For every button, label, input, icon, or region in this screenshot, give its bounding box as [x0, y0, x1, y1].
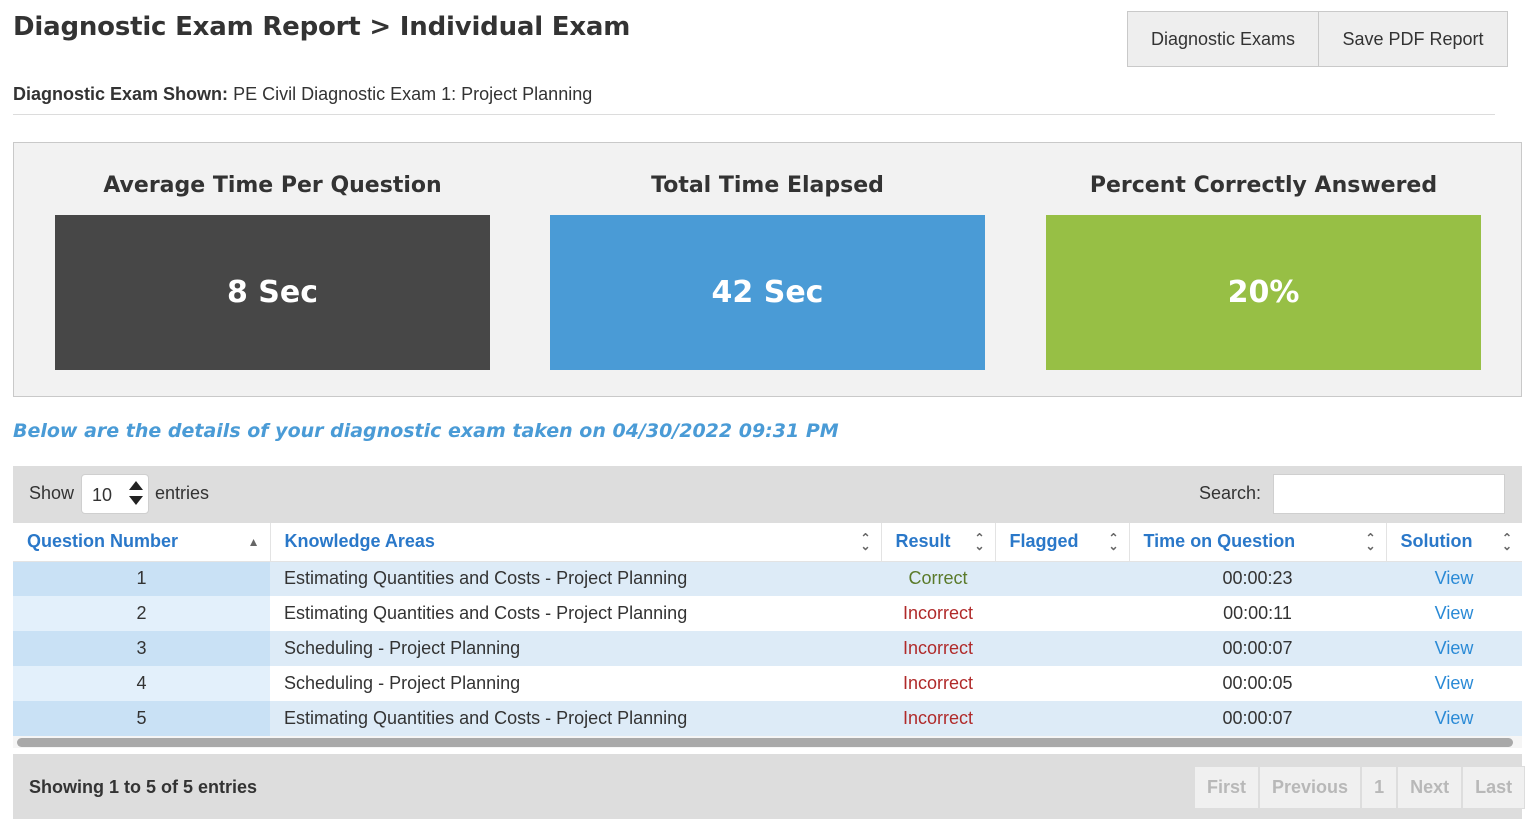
table-info: Showing 1 to 5 of 5 entries	[29, 777, 258, 797]
scrollbar-thumb[interactable]	[17, 738, 1513, 747]
column-header-knowledge-areas[interactable]: Knowledge Areas ⌃ ⌄	[270, 523, 882, 562]
pagination-last[interactable]: Last	[1462, 766, 1526, 809]
column-header-flagged[interactable]: Flagged ⌃ ⌄	[995, 523, 1130, 562]
flagged-cell	[995, 666, 1129, 701]
stat-title: Average Time Per Question	[103, 173, 442, 198]
sort-both-icon: ⌃ ⌄	[1108, 531, 1119, 553]
result-cell: Incorrect	[881, 631, 995, 666]
flagged-cell	[995, 596, 1129, 631]
exam-shown-value: PE Civil Diagnostic Exam 1: Project Plan…	[233, 84, 593, 104]
table-row: 5 Estimating Quantities and Costs - Proj…	[13, 701, 1522, 736]
question-number-cell: 4	[13, 666, 270, 701]
result-cell: Correct	[881, 561, 995, 596]
table-row: 4 Scheduling - Project Planning Incorrec…	[13, 666, 1522, 701]
page-title: Diagnostic Exam Report > Individual Exam	[13, 12, 631, 42]
view-solution-link[interactable]: View	[1435, 708, 1474, 728]
sort-both-icon: ⌃ ⌄	[860, 531, 871, 553]
horizontal-scrollbar[interactable]	[13, 736, 1522, 748]
knowledge-area-cell: Estimating Quantities and Costs - Projec…	[270, 596, 881, 631]
view-solution-link[interactable]: View	[1435, 673, 1474, 693]
results-table-wrapper: Show 10 entries Search: Question Number ▲…	[13, 466, 1526, 819]
time-cell: 00:00:07	[1129, 701, 1386, 736]
divider	[13, 114, 1495, 115]
entries-label: entries	[155, 483, 210, 503]
knowledge-area-cell: Scheduling - Project Planning	[270, 631, 881, 666]
view-solution-link[interactable]: View	[1435, 603, 1474, 623]
page-length-select[interactable]: 10	[81, 474, 149, 514]
table-row: 1 Estimating Quantities and Costs - Proj…	[13, 561, 1522, 596]
sort-both-icon: ⌃ ⌄	[1365, 531, 1376, 553]
column-header-question-number[interactable]: Question Number ▲	[13, 523, 271, 562]
stat-title: Percent Correctly Answered	[1089, 173, 1438, 198]
exam-shown: Diagnostic Exam Shown: PE Civil Diagnost…	[13, 84, 592, 105]
page-length-value: 10	[92, 485, 113, 505]
exam-shown-label: Diagnostic Exam Shown:	[13, 84, 229, 104]
question-number-cell: 3	[13, 631, 270, 666]
pagination-page-1[interactable]: 1	[1361, 766, 1398, 809]
search-input[interactable]	[1273, 474, 1505, 514]
show-label: Show	[29, 483, 75, 503]
stepper-arrows-icon[interactable]	[129, 481, 143, 505]
pagination: First Previous 1 Next Last	[1194, 766, 1526, 809]
table-row: 3 Scheduling - Project Planning Incorrec…	[13, 631, 1522, 666]
question-number-cell: 2	[13, 596, 270, 631]
save-pdf-report-button[interactable]: Save PDF Report	[1319, 11, 1508, 67]
question-number-cell: 1	[13, 561, 270, 596]
knowledge-area-cell: Scheduling - Project Planning	[270, 666, 881, 701]
flagged-cell	[995, 701, 1129, 736]
results-table: Question Number ▲ Knowledge Areas ⌃ ⌄ Resul…	[13, 523, 1522, 736]
stat-value: 20%	[1046, 215, 1481, 370]
table-footer: Showing 1 to 5 of 5 entries First Previo…	[13, 754, 1526, 819]
stat-title: Total Time Elapsed	[651, 173, 884, 198]
header-actions: Diagnostic Exams Save PDF Report	[1127, 11, 1508, 67]
pagination-first[interactable]: First	[1194, 766, 1260, 809]
table-header-row: Question Number ▲ Knowledge Areas ⌃ ⌄ Resul…	[13, 523, 1522, 562]
flagged-cell	[995, 631, 1129, 666]
sort-both-icon: ⌃ ⌄	[1501, 531, 1512, 553]
result-cell: Incorrect	[881, 666, 995, 701]
table-row: 2 Estimating Quantities and Costs - Proj…	[13, 596, 1522, 631]
column-header-solution[interactable]: Solution ⌃ ⌄	[1386, 523, 1522, 562]
column-header-result[interactable]: Result ⌃ ⌄	[881, 523, 996, 562]
pagination-previous[interactable]: Previous	[1259, 766, 1362, 809]
table-controls: Show 10 entries Search:	[13, 466, 1522, 523]
exam-details-text: Below are the details of your diagnostic…	[13, 420, 839, 442]
pagination-next[interactable]: Next	[1397, 766, 1463, 809]
time-cell: 00:00:07	[1129, 631, 1386, 666]
stat-value: 42 Sec	[550, 215, 985, 370]
stats-panel: Average Time Per Question 8 Sec Total Ti…	[13, 142, 1522, 397]
result-cell: Incorrect	[881, 596, 995, 631]
flagged-cell	[995, 561, 1129, 596]
sort-asc-icon: ▲	[247, 535, 260, 549]
knowledge-area-cell: Estimating Quantities and Costs - Projec…	[270, 701, 881, 736]
question-number-cell: 5	[13, 701, 270, 736]
sort-both-icon: ⌃ ⌄	[974, 531, 985, 553]
stat-value: 8 Sec	[55, 215, 490, 370]
result-cell: Incorrect	[881, 701, 995, 736]
knowledge-area-cell: Estimating Quantities and Costs - Projec…	[270, 561, 881, 596]
time-cell: 00:00:05	[1129, 666, 1386, 701]
time-cell: 00:00:23	[1129, 561, 1386, 596]
time-cell: 00:00:11	[1129, 596, 1386, 631]
diagnostic-exams-button[interactable]: Diagnostic Exams	[1127, 11, 1319, 67]
search-label: Search:	[1199, 483, 1262, 503]
view-solution-link[interactable]: View	[1435, 568, 1474, 588]
view-solution-link[interactable]: View	[1435, 638, 1474, 658]
column-header-time-on-question[interactable]: Time on Question ⌃ ⌄	[1129, 523, 1387, 562]
